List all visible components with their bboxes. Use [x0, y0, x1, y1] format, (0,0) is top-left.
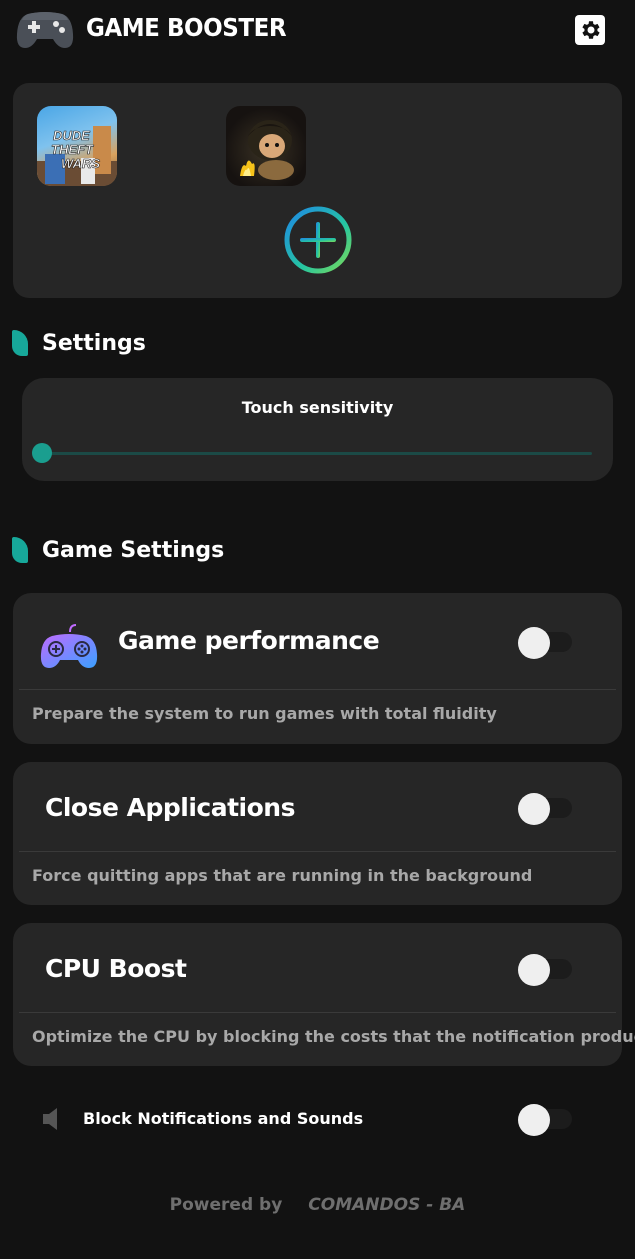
game-title-line: THEFT — [51, 142, 94, 157]
close-applications-card: Close Applications Force quitting apps t… — [13, 762, 622, 905]
touch-sensitivity-slider[interactable] — [32, 443, 592, 463]
settings-button[interactable] — [575, 15, 605, 45]
close-applications-title: Close Applications — [45, 793, 295, 822]
cpu-boost-description: Optimize the CPU by blocking the costs t… — [32, 1027, 635, 1046]
touch-sensitivity-card: Touch sensitivity — [22, 378, 613, 481]
toggle-knob — [518, 1104, 550, 1136]
speaker-icon — [43, 1108, 57, 1130]
gamepad-icon — [40, 624, 98, 668]
game-title-line: WARS — [61, 156, 100, 171]
gamepad-icon — [16, 12, 74, 48]
game-settings-section-title: Game Settings — [42, 537, 225, 563]
app-title: GAME BOOSTER — [86, 13, 287, 42]
settings-section-title: Settings — [42, 330, 146, 356]
toggle-knob — [518, 793, 550, 825]
game-performance-toggle[interactable] — [518, 627, 572, 659]
dude-theft-wars-artwork: DUDE THEFT WARS — [37, 126, 117, 186]
settings-section-header: Settings — [12, 328, 146, 358]
divider — [19, 689, 616, 690]
block-notifications-row: Block Notifications and Sounds — [0, 1100, 635, 1140]
cpu-boost-toggle[interactable] — [518, 954, 572, 986]
game-title-line: DUDE — [53, 128, 90, 143]
app-header: GAME BOOSTER — [0, 0, 635, 62]
game-performance-description: Prepare the system to run games with tot… — [32, 704, 497, 723]
game-tile-dude-theft-wars[interactable]: DUDE THEFT WARS — [37, 106, 117, 186]
game-performance-title: Game performance — [118, 626, 380, 655]
game-settings-section-header: Game Settings — [12, 535, 224, 565]
toggle-knob — [518, 627, 550, 659]
caveman-game-artwork — [240, 120, 294, 180]
divider — [19, 851, 616, 852]
games-card: DUDE THEFT WARS — [13, 83, 622, 298]
game-performance-card: Game performance Prepare the system to r… — [13, 593, 622, 744]
block-notifications-label: Block Notifications and Sounds — [83, 1109, 364, 1128]
game-tile-cave[interactable] — [226, 106, 306, 186]
footer: Powered by COMANDOS - BA — [0, 1190, 635, 1220]
section-accent-bar — [12, 537, 28, 563]
slider-thumb[interactable] — [32, 443, 52, 463]
cpu-boost-card: CPU Boost Optimize the CPU by blocking t… — [13, 923, 635, 1066]
cpu-boost-title: CPU Boost — [45, 954, 187, 983]
add-game-button[interactable] — [283, 205, 353, 275]
gear-icon — [582, 21, 600, 39]
powered-by-label: Powered by — [169, 1195, 283, 1215]
section-accent-bar — [12, 330, 28, 356]
divider — [19, 1012, 616, 1013]
brand-label: COMANDOS - BA — [308, 1195, 466, 1215]
toggle-knob — [518, 954, 550, 986]
block-notifications-toggle[interactable] — [518, 1104, 572, 1136]
touch-sensitivity-label: Touch sensitivity — [241, 398, 394, 417]
close-applications-description: Force quitting apps that are running in … — [32, 866, 533, 885]
close-applications-toggle[interactable] — [518, 793, 572, 825]
